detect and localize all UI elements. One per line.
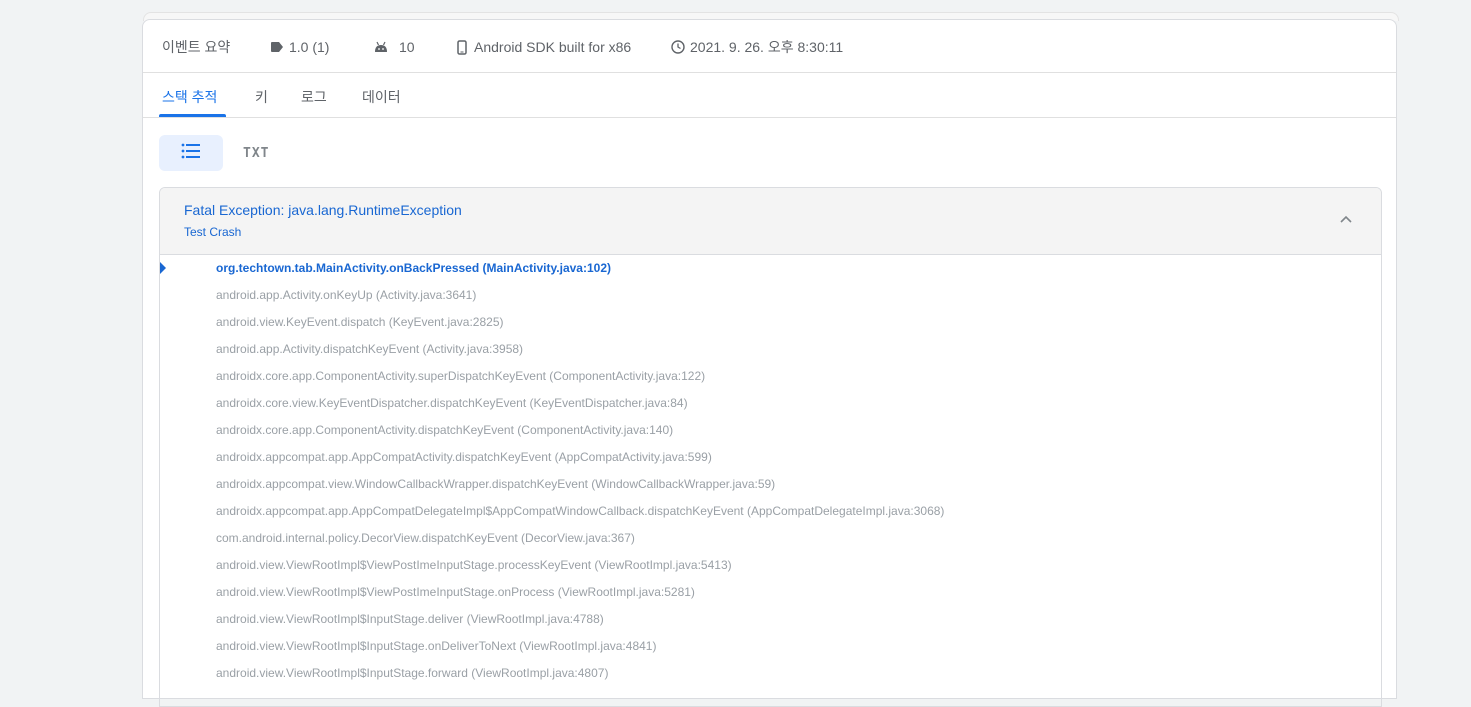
timestamp-text: 2021. 9. 26. 오후 8:30:11 xyxy=(690,39,844,55)
version-text: 1.0 (1) xyxy=(289,39,330,55)
event-summary-bar: 이벤트 요약 1.0 (1) 10 Android SDK built for … xyxy=(143,20,1396,73)
tab-data[interactable]: 데이터 xyxy=(362,87,401,107)
exception-header[interactable]: Fatal Exception: java.lang.RuntimeExcept… xyxy=(160,188,1381,255)
list-view-button[interactable] xyxy=(159,135,223,171)
stack-frame[interactable]: android.view.ViewRootImpl$ViewPostImeInp… xyxy=(216,552,732,579)
stack-frame[interactable]: androidx.appcompat.app.AppCompatDelegate… xyxy=(216,498,944,525)
stack-frame[interactable]: android.view.ViewRootImpl$ViewPostImeInp… xyxy=(216,579,695,606)
stack-frame[interactable]: androidx.appcompat.view.WindowCallbackWr… xyxy=(216,471,775,498)
stack-frame[interactable]: androidx.appcompat.app.AppCompatActivity… xyxy=(216,444,712,471)
tab-logs[interactable]: 로그 xyxy=(301,87,327,107)
timestamp-info: 2021. 9. 26. 오후 8:30:11 xyxy=(670,39,843,55)
device-info: Android SDK built for x86 xyxy=(454,39,631,55)
stack-frame[interactable]: android.app.Activity.dispatchKeyEvent (A… xyxy=(216,336,523,363)
crash-event-card: 이벤트 요약 1.0 (1) 10 Android SDK built for … xyxy=(142,19,1397,707)
active-tab-indicator xyxy=(159,114,226,117)
device-text: Android SDK built for x86 xyxy=(474,39,632,55)
stack-frame[interactable]: com.android.internal.policy.DecorView.di… xyxy=(216,525,635,552)
android-icon xyxy=(373,39,389,55)
txt-view-button[interactable]: TXT xyxy=(243,146,269,161)
stack-frame[interactable]: androidx.core.app.ComponentActivity.supe… xyxy=(216,363,705,390)
detail-tabs: 스택 추적 키 로그 데이터 xyxy=(143,73,1396,118)
stack-frame[interactable]: android.view.ViewRootImpl$InputStage.onD… xyxy=(216,633,656,660)
chevron-up-icon[interactable] xyxy=(1339,212,1353,226)
stack-frame[interactable]: android.view.ViewRootImpl$InputStage.for… xyxy=(216,660,608,687)
android-version-info: 10 xyxy=(373,39,415,55)
list-icon xyxy=(181,143,201,164)
crash-frame-marker-icon xyxy=(160,262,166,274)
exception-panel: Fatal Exception: java.lang.RuntimeExcept… xyxy=(159,187,1382,707)
phone-icon xyxy=(454,39,470,55)
event-summary-text: 이벤트 요약 xyxy=(162,39,231,55)
stack-frame[interactable]: android.view.ViewRootImpl$InputStage.del… xyxy=(216,606,604,633)
exception-message: Test Crash xyxy=(184,225,242,239)
exception-title: Fatal Exception: java.lang.RuntimeExcept… xyxy=(184,202,462,218)
tag-icon xyxy=(269,39,285,55)
clock-icon xyxy=(670,39,686,55)
tab-keys[interactable]: 키 xyxy=(255,87,268,107)
stack-frame[interactable]: androidx.core.app.ComponentActivity.disp… xyxy=(216,417,673,444)
stack-frame[interactable]: androidx.core.view.KeyEventDispatcher.di… xyxy=(216,390,688,417)
android-version-text: 10 xyxy=(399,39,415,55)
event-summary-label: 이벤트 요약 xyxy=(162,39,230,55)
stack-frame-crash[interactable]: org.techtown.tab.MainActivity.onBackPres… xyxy=(216,255,611,282)
version-info: 1.0 (1) xyxy=(269,39,329,55)
tab-stack-trace[interactable]: 스택 추적 xyxy=(162,87,217,107)
stack-frame[interactable]: android.view.KeyEvent.dispatch (KeyEvent… xyxy=(216,309,504,336)
stack-frame[interactable]: android.app.Activity.onKeyUp (Activity.j… xyxy=(216,282,476,309)
